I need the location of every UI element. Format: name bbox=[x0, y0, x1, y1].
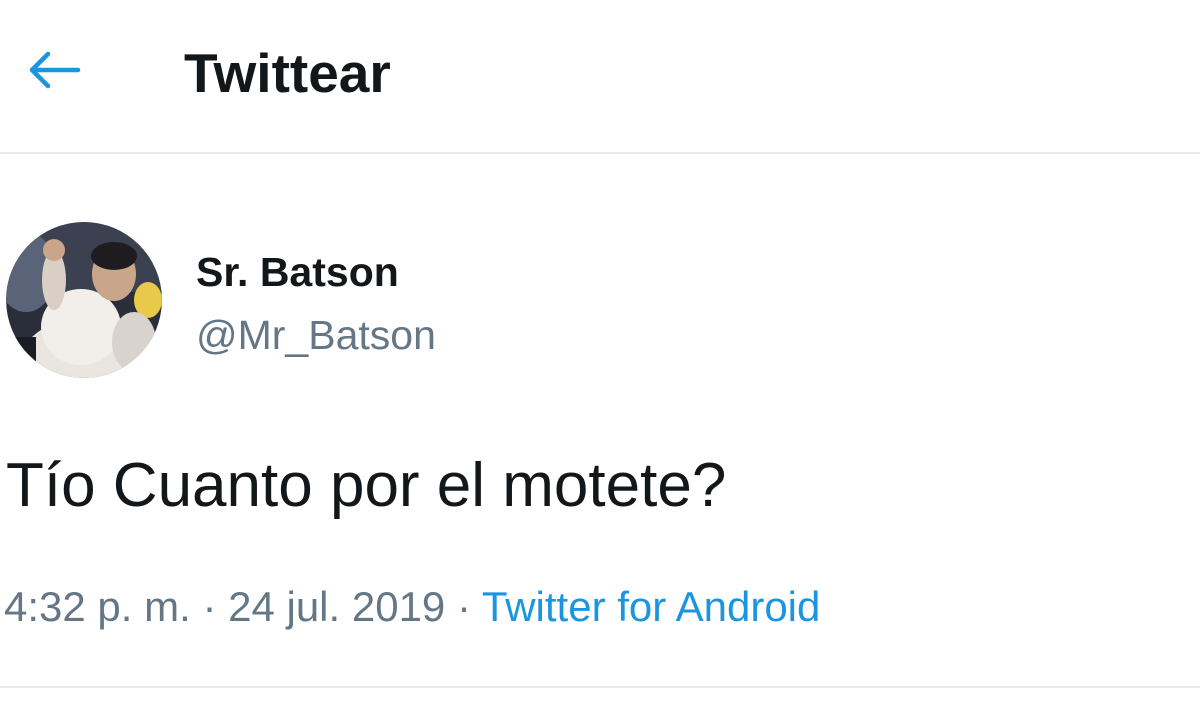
arrow-left-icon bbox=[29, 51, 81, 89]
meta-separator: · bbox=[456, 583, 471, 630]
tweet-meta: 4:32 p. m. · 24 jul. 2019 · Twitter for … bbox=[4, 580, 820, 634]
user-display-name[interactable]: Sr. Batson bbox=[196, 247, 399, 297]
tweet-date[interactable]: 24 jul. 2019 bbox=[228, 583, 445, 630]
tweet-source-link[interactable]: Twitter for Android bbox=[482, 583, 820, 630]
page-header: Twittear bbox=[0, 0, 1200, 154]
user-handle[interactable]: @Mr_Batson bbox=[196, 310, 436, 360]
avatar[interactable] bbox=[6, 222, 162, 378]
back-button[interactable] bbox=[22, 42, 86, 98]
tweet-time[interactable]: 4:32 p. m. bbox=[4, 583, 191, 630]
user-avatar-photo bbox=[6, 222, 162, 378]
divider bbox=[0, 686, 1200, 688]
tweet-text: Tío Cuanto por el motete? bbox=[6, 451, 727, 520]
page-title: Twittear bbox=[184, 42, 391, 104]
meta-separator: · bbox=[202, 583, 217, 630]
